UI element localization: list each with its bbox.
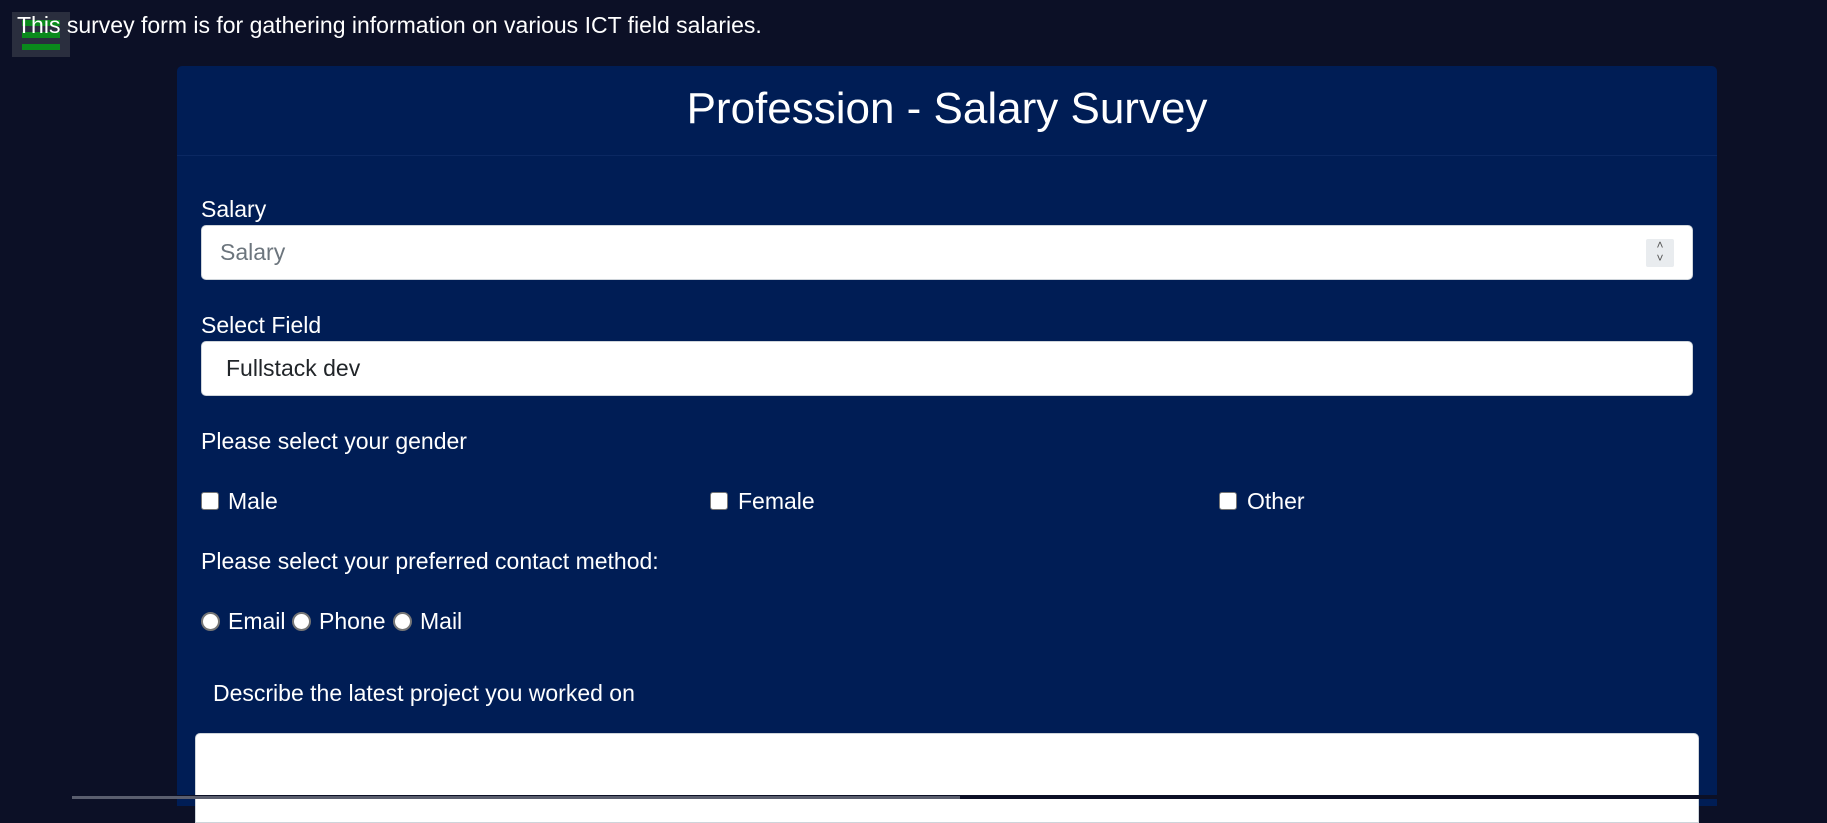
select-field-label: Select Field: [201, 312, 322, 338]
gender-other-label: Other: [1247, 488, 1305, 514]
contact-phone-label: Phone: [319, 608, 386, 634]
salary-placeholder: Salary: [220, 239, 286, 265]
contact-mail-radio[interactable]: [393, 612, 412, 631]
contact-prompt: Please select your preferred contact met…: [201, 548, 659, 574]
contact-mail-label: Mail: [420, 608, 463, 634]
project-label: Describe the latest project you worked o…: [213, 680, 635, 706]
gender-female-label: Female: [738, 488, 815, 514]
gender-male-label: Male: [228, 488, 278, 514]
gender-male-checkbox[interactable]: [201, 492, 219, 510]
contact-email-radio[interactable]: [201, 612, 220, 631]
survey-form-card: Profession - Salary Survey Salary Salary…: [177, 66, 1717, 823]
gender-female-checkbox[interactable]: [710, 492, 728, 510]
field-select-value: Fullstack dev: [226, 355, 361, 381]
salary-input[interactable]: Salary ˄ ˅: [201, 225, 1693, 280]
gender-prompt: Please select your gender: [201, 428, 467, 454]
menu-bar-icon: [22, 44, 60, 50]
contact-phone-radio[interactable]: [292, 612, 311, 631]
salary-label: Salary: [201, 196, 267, 222]
gender-other-checkbox[interactable]: [1219, 492, 1237, 510]
card-header: Profession - Salary Survey: [177, 66, 1717, 156]
number-spinner-icon[interactable]: ˄ ˅: [1646, 239, 1674, 267]
contact-email-label: Email: [228, 608, 286, 634]
page-title: Profession - Salary Survey: [686, 84, 1208, 133]
field-select[interactable]: Fullstack dev: [201, 341, 1693, 396]
intro-text: This survey form is for gathering inform…: [17, 12, 762, 38]
project-textarea[interactable]: [195, 733, 1699, 823]
